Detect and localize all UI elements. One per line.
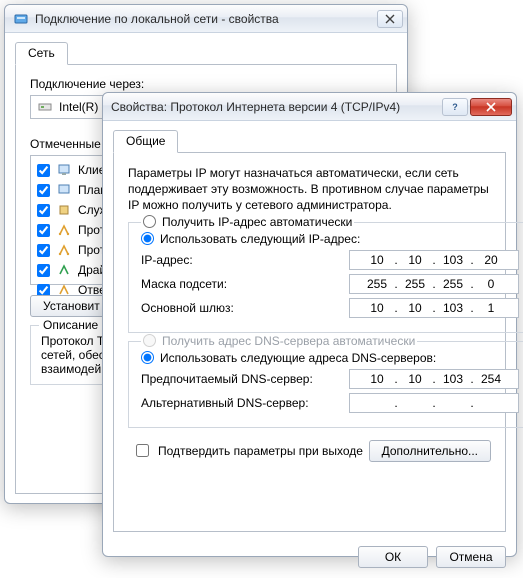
- protocol-icon: [56, 222, 72, 238]
- protocol-icon: [56, 242, 72, 258]
- alternate-dns-input[interactable]: . . .: [349, 393, 519, 413]
- radio-label: Получить адрес DNS-сервера автоматически: [162, 334, 415, 348]
- lan-icon: [13, 11, 29, 27]
- advanced-button[interactable]: Дополнительно...: [369, 440, 491, 462]
- checkbox[interactable]: [37, 164, 50, 177]
- scheduler-icon: [56, 182, 72, 198]
- radio-ip-auto[interactable]: Получить IP-адрес автоматически: [141, 215, 354, 229]
- nic-icon: [37, 99, 53, 115]
- front-title: Свойства: Протокол Интернета версии 4 (T…: [111, 100, 442, 114]
- checkbox[interactable]: [37, 264, 50, 277]
- tab-general[interactable]: Общие: [113, 130, 178, 153]
- checkbox[interactable]: [37, 184, 50, 197]
- subnet-mask-input[interactable]: 255. 255. 255. 0: [349, 274, 519, 294]
- description-title: Описание: [39, 318, 102, 332]
- radio[interactable]: [141, 351, 154, 364]
- ip-address-input[interactable]: 10. 10. 103. 20: [349, 250, 519, 270]
- install-button[interactable]: Установит: [30, 295, 113, 317]
- back-titlebar[interactable]: Подключение по локальной сети - свойства: [5, 5, 407, 33]
- radio: [143, 334, 156, 347]
- ip-settings-group: Получить IP-адрес автоматически Использо…: [128, 222, 523, 333]
- radio-ip-manual[interactable]: Использовать следующий IP-адрес:: [141, 232, 519, 246]
- gateway-label: Основной шлюз:: [141, 301, 341, 315]
- validate-on-exit-checkbox[interactable]: Подтвердить параметры при выходе: [132, 441, 363, 460]
- cancel-button[interactable]: Отмена: [436, 546, 506, 568]
- ipv4-properties-window: Свойства: Протокол Интернета версии 4 (T…: [102, 92, 517, 557]
- alternate-dns-label: Альтернативный DNS-сервер:: [141, 396, 341, 410]
- close-icon[interactable]: [377, 10, 403, 28]
- connect-via-label: Подключение через:: [30, 77, 382, 91]
- preferred-dns-label: Предпочитаемый DNS-сервер:: [141, 372, 341, 386]
- subnet-mask-label: Маска подсети:: [141, 277, 341, 291]
- preferred-dns-input[interactable]: 10. 10. 103. 254: [349, 369, 519, 389]
- radio-dns-manual[interactable]: Использовать следующие адреса DNS-сервер…: [141, 351, 519, 365]
- service-icon: [56, 202, 72, 218]
- radio-label: Использовать следующие адреса DNS-сервер…: [160, 351, 436, 365]
- back-title: Подключение по локальной сети - свойства: [35, 12, 377, 26]
- help-icon[interactable]: ?: [442, 98, 468, 116]
- intro-text: Параметры IP могут назначаться автоматич…: [128, 165, 491, 214]
- validate-label: Подтвердить параметры при выходе: [158, 444, 363, 458]
- driver-icon: [56, 262, 72, 278]
- tab-network[interactable]: Сеть: [15, 42, 68, 65]
- radio-dns-auto: Получить адрес DNS-сервера автоматически: [141, 334, 417, 348]
- radio-label: Получить IP-адрес автоматически: [162, 215, 352, 229]
- checkbox[interactable]: [136, 444, 149, 457]
- gateway-input[interactable]: 10. 10. 103. 1: [349, 298, 519, 318]
- close-icon[interactable]: [470, 98, 512, 116]
- front-titlebar[interactable]: Свойства: Протокол Интернета версии 4 (T…: [103, 93, 516, 121]
- svg-text:?: ?: [452, 102, 458, 112]
- ok-button[interactable]: ОК: [358, 546, 428, 568]
- ip-address-label: IP-адрес:: [141, 253, 341, 267]
- checkbox[interactable]: [37, 244, 50, 257]
- checkbox[interactable]: [37, 204, 50, 217]
- checkbox[interactable]: [37, 224, 50, 237]
- client-icon: [56, 162, 72, 178]
- radio[interactable]: [143, 215, 156, 228]
- adapter-name: Intel(R) I: [59, 100, 105, 114]
- radio-label: Использовать следующий IP-адрес:: [160, 232, 360, 246]
- dns-settings-group: Получить адрес DNS-сервера автоматически…: [128, 341, 523, 428]
- radio[interactable]: [141, 232, 154, 245]
